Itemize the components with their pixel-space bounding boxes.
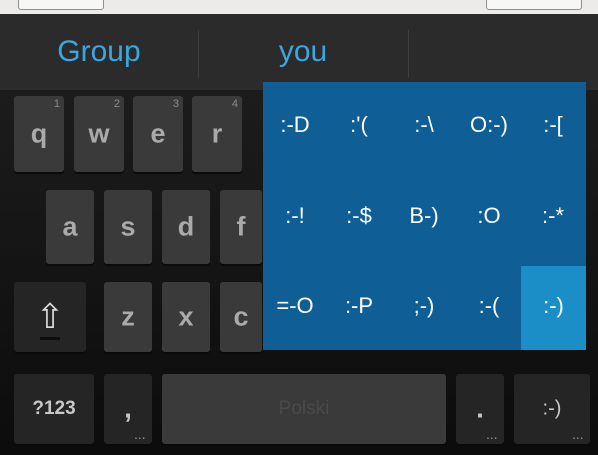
key-s[interactable]: s bbox=[104, 190, 152, 264]
keyboard: q 1 w 2 e 3 r 4 a s d f ⇧ z x c ?123 , .… bbox=[0, 82, 598, 455]
key-label: . bbox=[476, 393, 484, 424]
emoticon-option[interactable]: ;-) bbox=[392, 266, 456, 346]
more-indicator: ... bbox=[572, 431, 584, 442]
emoticon-option[interactable]: :-P bbox=[327, 266, 391, 346]
key-label: q bbox=[30, 118, 48, 149]
key-label: :-) bbox=[542, 397, 562, 420]
key-a[interactable]: a bbox=[46, 190, 94, 264]
key-c[interactable]: c bbox=[220, 282, 262, 352]
emoticon-option[interactable]: :-! bbox=[263, 176, 327, 256]
emoticon-option-selected[interactable]: :-) bbox=[521, 266, 586, 350]
key-d[interactable]: d bbox=[162, 190, 210, 264]
top-right-button[interactable] bbox=[486, 0, 582, 10]
emoticon-option[interactable]: :O bbox=[457, 176, 521, 256]
suggestion-strip: Group you bbox=[0, 14, 598, 90]
emoticon-option[interactable]: =-O bbox=[263, 266, 327, 346]
emoticon-popup: :-D :'( :-\ O:-) :-[ :-! :-$ B-) :O :-* … bbox=[263, 82, 586, 350]
shift-indicator bbox=[40, 337, 60, 340]
key-x[interactable]: x bbox=[162, 282, 210, 352]
key-label: d bbox=[177, 211, 195, 242]
key-hint: 3 bbox=[172, 98, 179, 110]
emoticon-option[interactable]: :-D bbox=[263, 85, 327, 165]
emoticon-option[interactable]: O:-) bbox=[457, 85, 521, 165]
top-left-button[interactable] bbox=[18, 0, 104, 10]
emoticon-key[interactable]: :-) ... bbox=[514, 374, 590, 444]
emoticon-option[interactable]: :'( bbox=[327, 85, 391, 165]
key-label: z bbox=[121, 301, 135, 332]
space-key[interactable]: Polski bbox=[162, 374, 446, 444]
emoticon-option[interactable]: :-$ bbox=[327, 176, 391, 256]
key-label: e bbox=[150, 118, 166, 149]
key-label: a bbox=[62, 211, 78, 242]
key-label: r bbox=[211, 118, 223, 149]
key-w[interactable]: w 2 bbox=[74, 96, 124, 172]
key-f[interactable]: f bbox=[220, 190, 262, 264]
emoticon-option[interactable]: :-( bbox=[457, 266, 521, 346]
key-hint: 4 bbox=[231, 98, 238, 110]
emoticon-option[interactable]: :-\ bbox=[392, 85, 456, 165]
key-hint: 1 bbox=[53, 98, 60, 110]
space-language-label: Polski bbox=[278, 398, 330, 419]
key-hint: 2 bbox=[113, 98, 120, 110]
shift-icon: ⇧ bbox=[35, 298, 65, 336]
key-label: c bbox=[233, 301, 249, 332]
emoticon-option[interactable]: :-[ bbox=[521, 85, 585, 165]
more-indicator: ... bbox=[486, 431, 498, 442]
key-z[interactable]: z bbox=[104, 282, 152, 352]
key-label: , bbox=[124, 393, 132, 424]
key-label: ?123 bbox=[32, 398, 76, 419]
emoticon-option[interactable]: B-) bbox=[392, 176, 456, 256]
suggestion-item[interactable]: you bbox=[199, 14, 407, 90]
more-indicator: ... bbox=[134, 431, 146, 442]
comma-key[interactable]: , ... bbox=[104, 374, 152, 444]
shift-key[interactable]: ⇧ bbox=[14, 282, 86, 352]
app-top-bar bbox=[0, 0, 598, 14]
suggestion-divider bbox=[408, 30, 409, 78]
symbols-key[interactable]: ?123 bbox=[14, 374, 94, 444]
key-e[interactable]: e 3 bbox=[133, 96, 183, 172]
key-label: x bbox=[178, 301, 194, 332]
suggestion-item[interactable]: Group bbox=[0, 14, 198, 90]
key-label: f bbox=[236, 211, 246, 242]
key-r[interactable]: r 4 bbox=[192, 96, 242, 172]
key-label: w bbox=[88, 118, 110, 149]
key-label: s bbox=[120, 211, 136, 242]
key-q[interactable]: q 1 bbox=[14, 96, 64, 172]
emoticon-option[interactable]: :-* bbox=[521, 176, 585, 256]
period-key[interactable]: . ... bbox=[456, 374, 504, 444]
